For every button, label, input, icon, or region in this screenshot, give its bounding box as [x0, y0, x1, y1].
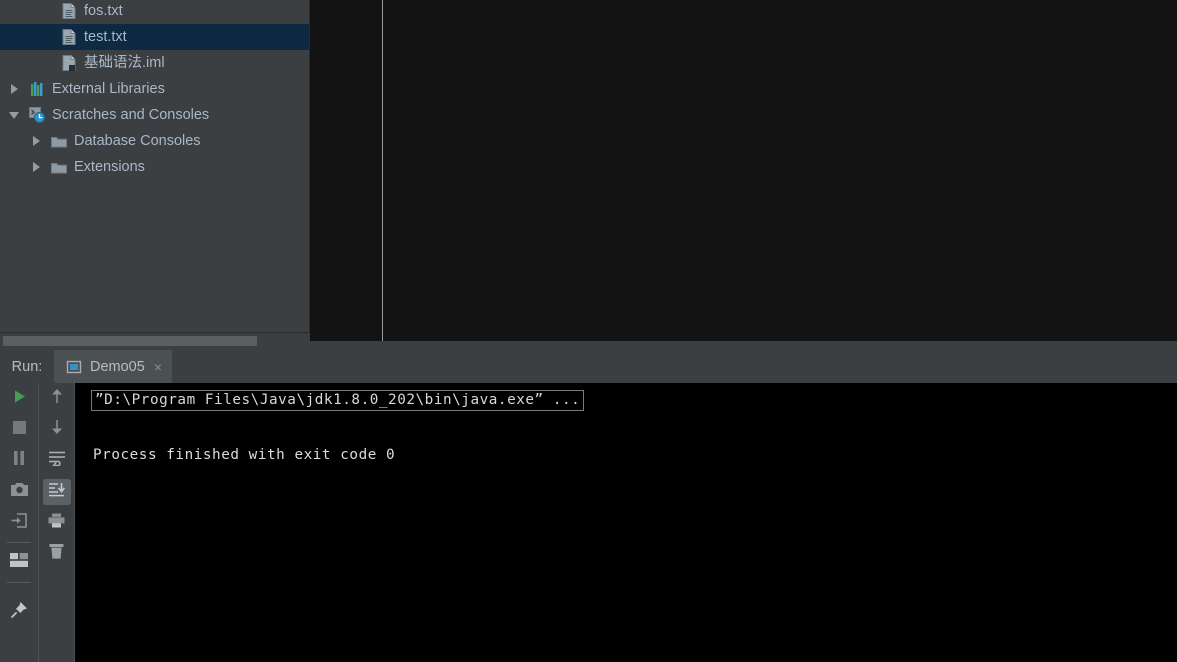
tree-item-module-iml[interactable]: 基础语法.iml: [0, 50, 310, 76]
scroll-to-end-icon: [48, 482, 66, 502]
play-icon: [12, 389, 27, 409]
tree-item-label: 基础语法.iml: [84, 55, 165, 71]
run-toolbar-primary: [0, 383, 39, 662]
text-file-icon: [60, 2, 78, 20]
export-button[interactable]: [0, 507, 38, 538]
soft-wrap-icon: [48, 451, 66, 471]
tab-demo05[interactable]: Demo05 ×: [54, 350, 172, 383]
run-console[interactable]: ”D:\Program Files\Java\jdk1.8.0_202\bin\…: [75, 383, 1177, 662]
stop-icon: [12, 420, 26, 439]
close-icon[interactable]: ×: [154, 360, 162, 374]
pin-tab-button[interactable]: [0, 597, 38, 628]
folder-icon: [50, 158, 68, 176]
tree-item-external-libraries[interactable]: External Libraries: [0, 76, 310, 102]
screenshot-button[interactable]: [0, 476, 38, 507]
run-tab-bar: Run: Demo05 ×: [0, 350, 1177, 383]
camera-icon: [10, 482, 28, 501]
scrollbar-thumb[interactable]: [3, 336, 257, 346]
down-the-stack-trace-button[interactable]: [39, 414, 74, 445]
tree-item-scratches-and-consoles[interactable]: Scratches and Consoles: [0, 102, 310, 128]
arrow-down-icon: [50, 419, 64, 440]
tree-item-label: External Libraries: [52, 81, 165, 97]
scroll-to-end-button[interactable]: [39, 476, 74, 507]
tree-item-label: Scratches and Consoles: [52, 107, 210, 123]
chevron-right-icon[interactable]: [28, 154, 44, 180]
tree-item-test-txt[interactable]: test.txt: [0, 24, 310, 50]
run-configuration-icon: [66, 359, 82, 375]
tab-label: Demo05: [90, 358, 145, 375]
print-button[interactable]: [39, 507, 74, 538]
arrow-up-icon: [50, 388, 64, 409]
toolbar-separator: [7, 542, 31, 543]
folder-icon: [50, 132, 68, 150]
ide-window: fos.txt test.txt 基础语法.iml External Libra…: [0, 0, 1177, 662]
tree-item-label: Database Consoles: [74, 133, 201, 149]
print-icon: [48, 513, 65, 533]
editor-bottom-strip: [310, 341, 1177, 350]
iml-file-icon: [60, 54, 78, 72]
stop-button[interactable]: [0, 414, 38, 445]
pin-icon: [10, 601, 28, 624]
tree-item-database-consoles[interactable]: Database Consoles: [0, 128, 310, 154]
chevron-down-icon[interactable]: [6, 102, 22, 128]
up-the-stack-trace-button[interactable]: [39, 383, 74, 414]
chevron-right-icon[interactable]: [6, 76, 22, 102]
run-toolbar-secondary: [39, 383, 75, 662]
toolbar-separator: [7, 582, 31, 583]
scratches-icon: [28, 106, 46, 124]
rerun-button[interactable]: [0, 383, 38, 414]
console-exit-line: Process finished with exit code 0: [93, 447, 396, 463]
text-file-icon: [60, 28, 78, 46]
sidebar-divider[interactable]: [309, 0, 310, 332]
tree-item-fos-txt[interactable]: fos.txt: [0, 0, 310, 24]
libraries-icon: [28, 80, 46, 98]
pause-button[interactable]: [0, 445, 38, 476]
tree-item-extensions[interactable]: Extensions: [0, 154, 310, 180]
project-tree[interactable]: fos.txt test.txt 基础语法.iml External Libra…: [0, 0, 310, 332]
clear-all-button[interactable]: [39, 538, 74, 569]
export-icon: [11, 512, 27, 533]
pause-icon: [13, 451, 25, 470]
tree-item-label: test.txt: [84, 29, 127, 45]
chevron-right-icon[interactable]: [28, 128, 44, 154]
editor-empty-area[interactable]: [310, 0, 1177, 348]
layout-button[interactable]: [0, 547, 38, 578]
top-region: fos.txt test.txt 基础语法.iml External Libra…: [0, 0, 1177, 350]
console-command-line[interactable]: ”D:\Program Files\Java\jdk1.8.0_202\bin\…: [91, 390, 585, 411]
project-tree-hscrollbar[interactable]: [0, 332, 310, 348]
soft-wrap-button[interactable]: [39, 445, 74, 476]
tree-item-label: fos.txt: [84, 3, 123, 19]
trash-icon: [49, 543, 64, 564]
tree-item-label: Extensions: [74, 159, 145, 175]
editor-split-divider[interactable]: [382, 0, 383, 348]
layout-icon: [10, 553, 28, 572]
run-tool-window: Run: Demo05 × ”D:\Program Files\Java\jdk…: [0, 350, 1177, 662]
run-window-title: Run:: [11, 358, 43, 375]
